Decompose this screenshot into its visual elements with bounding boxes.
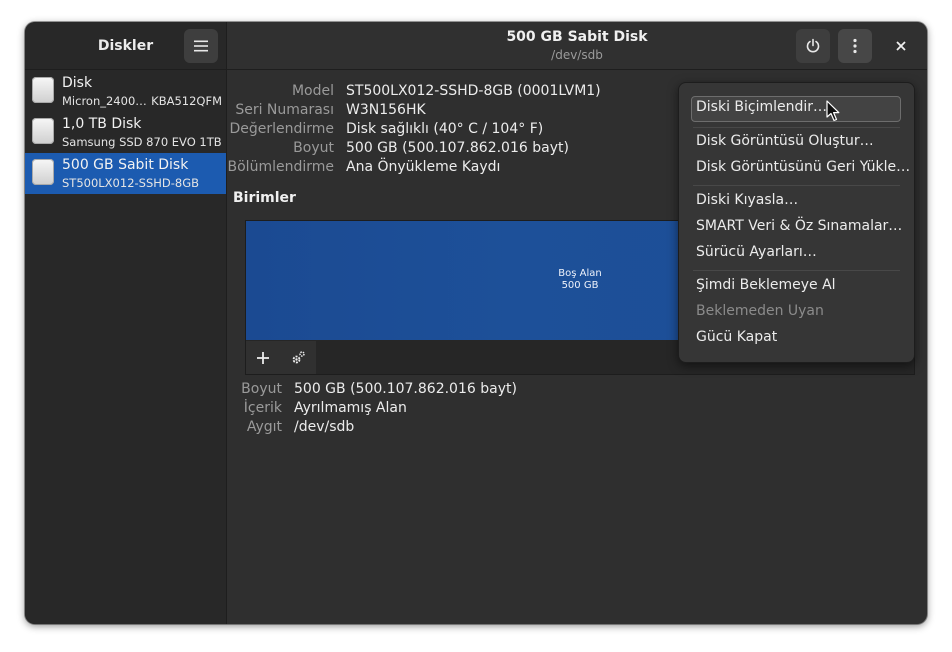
volume-toolbar	[246, 341, 316, 374]
drive-popover-menu: Diski Biçimlendir… Disk Görüntüsü Oluştu…	[678, 82, 915, 363]
menu-item-drive-settings[interactable]: Sürücü Ayarları…	[696, 244, 817, 260]
hamburger-menu-icon	[194, 40, 208, 52]
volume-content-value: Ayrılmamış Alan	[294, 400, 407, 416]
disk-list-item-disk[interactable]: Disk Micron_2400… KBA512QFM	[25, 71, 226, 112]
free-space-label: Boş Alan 500 GB	[549, 268, 611, 292]
menu-separator	[693, 127, 900, 128]
menu-item-benchmark[interactable]: Diski Kıyasla…	[696, 192, 798, 208]
disk-name: 500 GB Sabit Disk	[62, 157, 189, 173]
volume-size-value: 500 GB (500.107.862.016 bayt)	[294, 381, 517, 397]
disk-list: Disk Micron_2400… KBA512QFM 1,0 TB Disk …	[25, 70, 227, 624]
disk-drive-icon	[32, 159, 54, 185]
power-off-button[interactable]	[796, 29, 830, 63]
menu-item-standby-now[interactable]: Şimdi Beklemeye Al	[696, 277, 836, 293]
assessment-label: Değerlendirme	[229, 121, 334, 137]
disk-list-item-500gb[interactable]: 500 GB Sabit Disk ST500LX012-SSHD-8GB	[25, 153, 226, 194]
volume-device-label: Aygıt	[246, 419, 282, 435]
serial-value: W3N156HK	[346, 102, 426, 118]
close-window-button[interactable]	[889, 34, 913, 58]
disk-model: Samsung SSD 870 EVO 1TB	[62, 135, 222, 149]
free-space-title: Boş Alan	[558, 268, 602, 279]
drive-menu-button[interactable]	[838, 29, 872, 63]
mouse-pointer-icon	[826, 100, 840, 122]
disk-model: Micron_2400…	[62, 94, 147, 108]
volumes-title: Birimler	[233, 190, 296, 206]
volume-content-label: İçerik	[243, 400, 282, 416]
menu-separator	[693, 185, 900, 186]
disk-drive-icon	[32, 77, 54, 103]
content-header: 500 GB Sabit Disk /dev/sdb	[227, 22, 927, 70]
model-label: Model	[291, 83, 334, 99]
disk-name: 1,0 TB Disk	[62, 116, 142, 132]
power-icon	[806, 38, 820, 53]
menu-item-smart[interactable]: SMART Veri & Öz Sınamalar…	[696, 218, 902, 234]
disk-model: ST500LX012-SSHD-8GB	[62, 176, 200, 190]
partition-settings-button[interactable]	[281, 341, 315, 374]
close-icon	[896, 41, 906, 51]
menu-item-wake-up: Beklemeden Uyan	[696, 303, 824, 319]
menu-item-power-off[interactable]: Gücü Kapat	[696, 329, 777, 345]
kebab-menu-icon	[853, 38, 857, 54]
disk-drive-icon	[32, 118, 54, 144]
size-label: Boyut	[293, 140, 334, 156]
plus-icon	[257, 351, 269, 364]
disk-list-item-1tb[interactable]: 1,0 TB Disk Samsung SSD 870 EVO 1TB	[25, 112, 226, 153]
size-value: 500 GB (500.107.862.016 bayt)	[346, 140, 569, 156]
free-space-size: 500 GB	[561, 280, 599, 291]
serial-label: Seri Numarası	[235, 102, 334, 118]
disk-name: Disk	[62, 75, 93, 91]
model-value: ST500LX012-SSHD-8GB (0001LVM1)	[346, 83, 601, 99]
partitioning-value: Ana Önyükleme Kaydı	[346, 159, 501, 175]
volume-size-label: Boyut	[241, 381, 282, 397]
disks-window: Diskler 500 GB Sabit Disk /dev/sdb Disk …	[25, 22, 927, 624]
gears-icon	[292, 350, 305, 363]
create-partition-button[interactable]	[246, 341, 280, 374]
menu-item-restore-image[interactable]: Disk Görüntüsünü Geri Yükle…	[696, 159, 910, 175]
volume-device-value: /dev/sdb	[294, 419, 355, 435]
partitioning-label: Bölümlendirme	[227, 159, 334, 175]
menu-separator	[693, 270, 900, 271]
main-menu-button[interactable]	[184, 29, 218, 63]
menu-item-format-disk[interactable]: Diski Biçimlendir…	[696, 99, 827, 115]
assessment-value: Disk sağlıklı (40° C / 104° F)	[346, 121, 544, 137]
disk-serial: KBA512QFM	[151, 94, 222, 108]
menu-item-create-image[interactable]: Disk Görüntüsü Oluştur…	[696, 133, 874, 149]
sidebar-header: Diskler	[25, 22, 227, 70]
